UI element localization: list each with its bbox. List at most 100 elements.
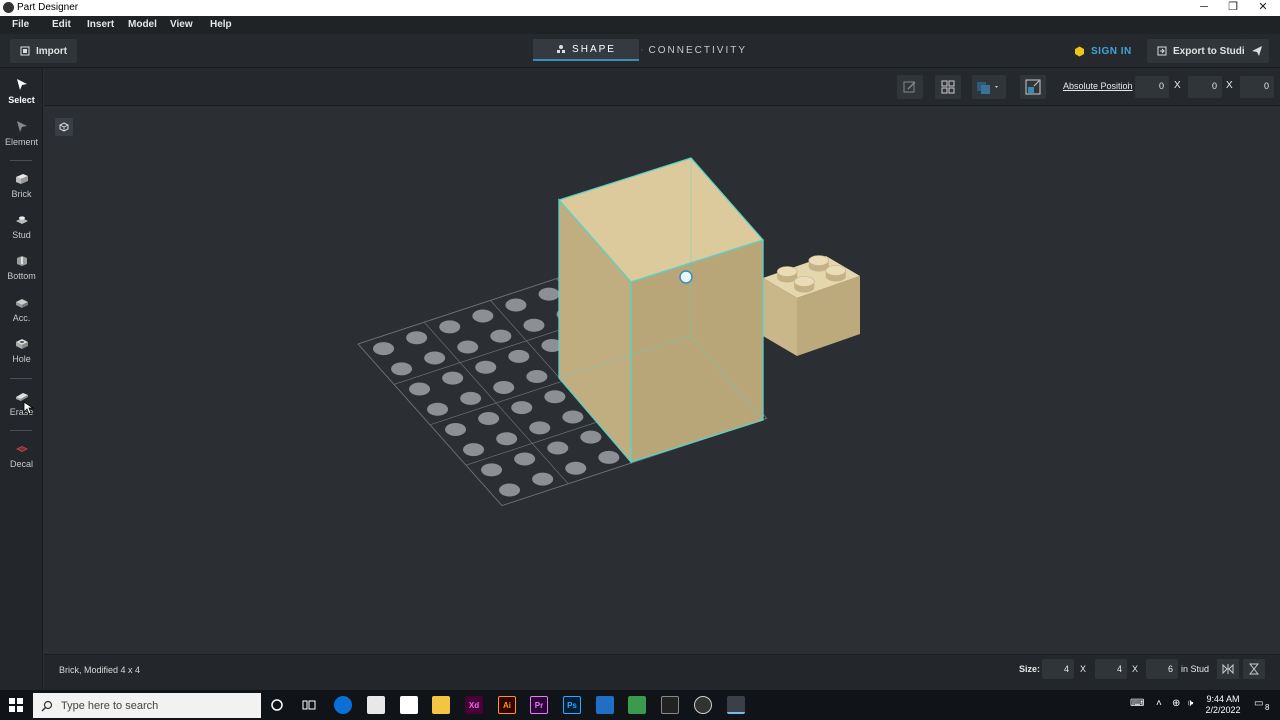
position-z-field[interactable]: 0 <box>1240 76 1274 98</box>
title-bar: Part Designer ─ ❐ ✕ <box>0 0 1280 16</box>
close-button[interactable]: ✕ <box>1248 0 1278 16</box>
tab-shape[interactable]: SHAPE <box>533 39 639 61</box>
baseplate-stud <box>505 298 527 312</box>
menu-insert[interactable]: Insert <box>87 19 114 30</box>
absolute-position-label: Absolute Position <box>1063 81 1133 91</box>
mail-icon[interactable] <box>400 696 418 714</box>
tab-connectivity[interactable]: CONNECTIVITY <box>641 39 747 61</box>
baseplate-stud <box>562 410 584 424</box>
clock-date: 2/2/2022 <box>1205 705 1241 715</box>
menu-help[interactable]: Help <box>210 19 232 30</box>
baseplate-stud <box>580 430 602 444</box>
tool-stud-label: Stud <box>12 230 31 240</box>
color-picker-button[interactable] <box>972 75 1006 99</box>
baseplate-stud <box>565 461 587 475</box>
baseplate-stud <box>529 421 551 435</box>
size-x-field[interactable]: 4 <box>1042 659 1074 679</box>
baseplate-stud <box>544 390 566 404</box>
baseplate-stud <box>478 412 500 426</box>
baseplate-stud <box>460 391 482 405</box>
tool-select[interactable]: Select <box>0 78 43 116</box>
menu-view[interactable]: View <box>170 19 193 30</box>
minimize-button[interactable]: ─ <box>1189 0 1219 16</box>
tool-bottom[interactable]: Bottom <box>0 254 43 292</box>
tool-hole[interactable]: Hole <box>0 337 43 375</box>
menu-edit[interactable]: Edit <box>52 19 71 30</box>
flip-button[interactable] <box>1243 659 1265 679</box>
sign-in-button[interactable]: SIGN IN <box>1074 39 1132 63</box>
baseplate-stud <box>457 340 479 354</box>
tool-hole-label: Hole <box>12 354 31 364</box>
tray-chevron-icon[interactable]: ˄ <box>1156 698 1162 709</box>
x-separator: X <box>1174 80 1181 91</box>
network-icon[interactable]: ⊕ <box>1172 698 1180 709</box>
import-label: Import <box>36 45 68 57</box>
flip-icon <box>1249 663 1259 675</box>
import-button[interactable]: Import <box>10 39 78 63</box>
3d-viewport[interactable] <box>44 106 1280 654</box>
volume-icon[interactable]: 🕩 <box>1187 698 1193 709</box>
tool-element[interactable]: Element <box>0 120 43 158</box>
tool-erase[interactable]: Erase <box>0 390 43 428</box>
taskbar-clock[interactable]: 9:44 AM 2/2/2022 <box>1200 694 1246 716</box>
mouse-pointer-icon <box>23 401 35 415</box>
brick-icon <box>15 174 28 184</box>
store-icon[interactable] <box>367 696 385 714</box>
xd-app-icon[interactable]: Xd <box>465 696 483 714</box>
tool-select-label: Select <box>8 95 35 105</box>
baseplate-stud <box>499 483 521 497</box>
baseplate-stud <box>406 331 428 345</box>
import-icon <box>20 46 30 56</box>
size-z-field[interactable]: 6 <box>1146 659 1178 679</box>
position-x-field[interactable]: 0 <box>1135 76 1169 98</box>
tab-connectivity-label: CONNECTIVITY <box>648 44 747 56</box>
rotate-handle-icon[interactable] <box>679 270 693 284</box>
export-to-studio-button[interactable]: Export to Studio <box>1147 39 1261 63</box>
tool-accessory[interactable]: Acc. <box>0 296 43 334</box>
photoshop-app-icon[interactable]: Ps <box>563 696 581 714</box>
illustrator-app-icon[interactable]: Ai <box>498 696 516 714</box>
menu-file[interactable]: File <box>12 19 29 30</box>
app-icon <box>3 2 14 13</box>
vscode-icon[interactable] <box>596 696 614 714</box>
view-cube-button[interactable] <box>55 118 73 136</box>
export-icon <box>1157 46 1167 56</box>
acrobat-icon[interactable] <box>661 696 679 714</box>
resize-icon <box>1025 79 1041 95</box>
baseplate-stud <box>391 362 413 376</box>
send-button[interactable] <box>1245 39 1269 63</box>
edge-icon[interactable] <box>334 696 352 714</box>
search-placeholder: Type here to search <box>61 699 159 712</box>
file-explorer-icon[interactable] <box>432 696 450 714</box>
keyboard-icon[interactable]: ⌨ <box>1130 698 1144 709</box>
tool-stud[interactable]: Stud <box>0 213 43 251</box>
small-brick[interactable] <box>763 255 860 357</box>
notepad-plus-icon[interactable] <box>628 696 646 714</box>
baseplate-stud <box>532 472 554 486</box>
taskbar-search-input[interactable]: Type here to search <box>33 693 261 718</box>
baseplate-stud <box>472 309 494 323</box>
baseplate-stud <box>442 371 464 385</box>
edit-button[interactable] <box>897 75 923 99</box>
app-circle-icon[interactable] <box>694 696 712 714</box>
mirror-icon <box>1222 664 1234 674</box>
size-y-field[interactable]: 4 <box>1095 659 1127 679</box>
notification-icon[interactable]: ▭ <box>1254 698 1263 709</box>
export-label: Export to Studio <box>1173 45 1251 57</box>
menu-model[interactable]: Model <box>128 19 157 30</box>
restore-button[interactable]: ❐ <box>1218 0 1248 16</box>
mirror-button[interactable] <box>1217 659 1239 679</box>
tool-brick[interactable]: Brick <box>0 172 43 210</box>
premiere-app-icon[interactable]: Pr <box>530 696 548 714</box>
task-view-icon[interactable] <box>302 698 316 712</box>
hole-icon <box>15 339 28 349</box>
position-y-field[interactable]: 0 <box>1188 76 1222 98</box>
scene-canvas[interactable] <box>44 106 1280 654</box>
colon-separator: : <box>1127 80 1130 91</box>
tool-decal[interactable]: Decal <box>0 442 43 480</box>
cortana-icon[interactable] <box>270 698 284 712</box>
part-designer-taskbar-icon[interactable] <box>727 696 745 714</box>
fit-view-button[interactable] <box>1020 75 1046 99</box>
windows-start-icon[interactable] <box>9 698 23 712</box>
grid-view-button[interactable] <box>935 75 961 99</box>
